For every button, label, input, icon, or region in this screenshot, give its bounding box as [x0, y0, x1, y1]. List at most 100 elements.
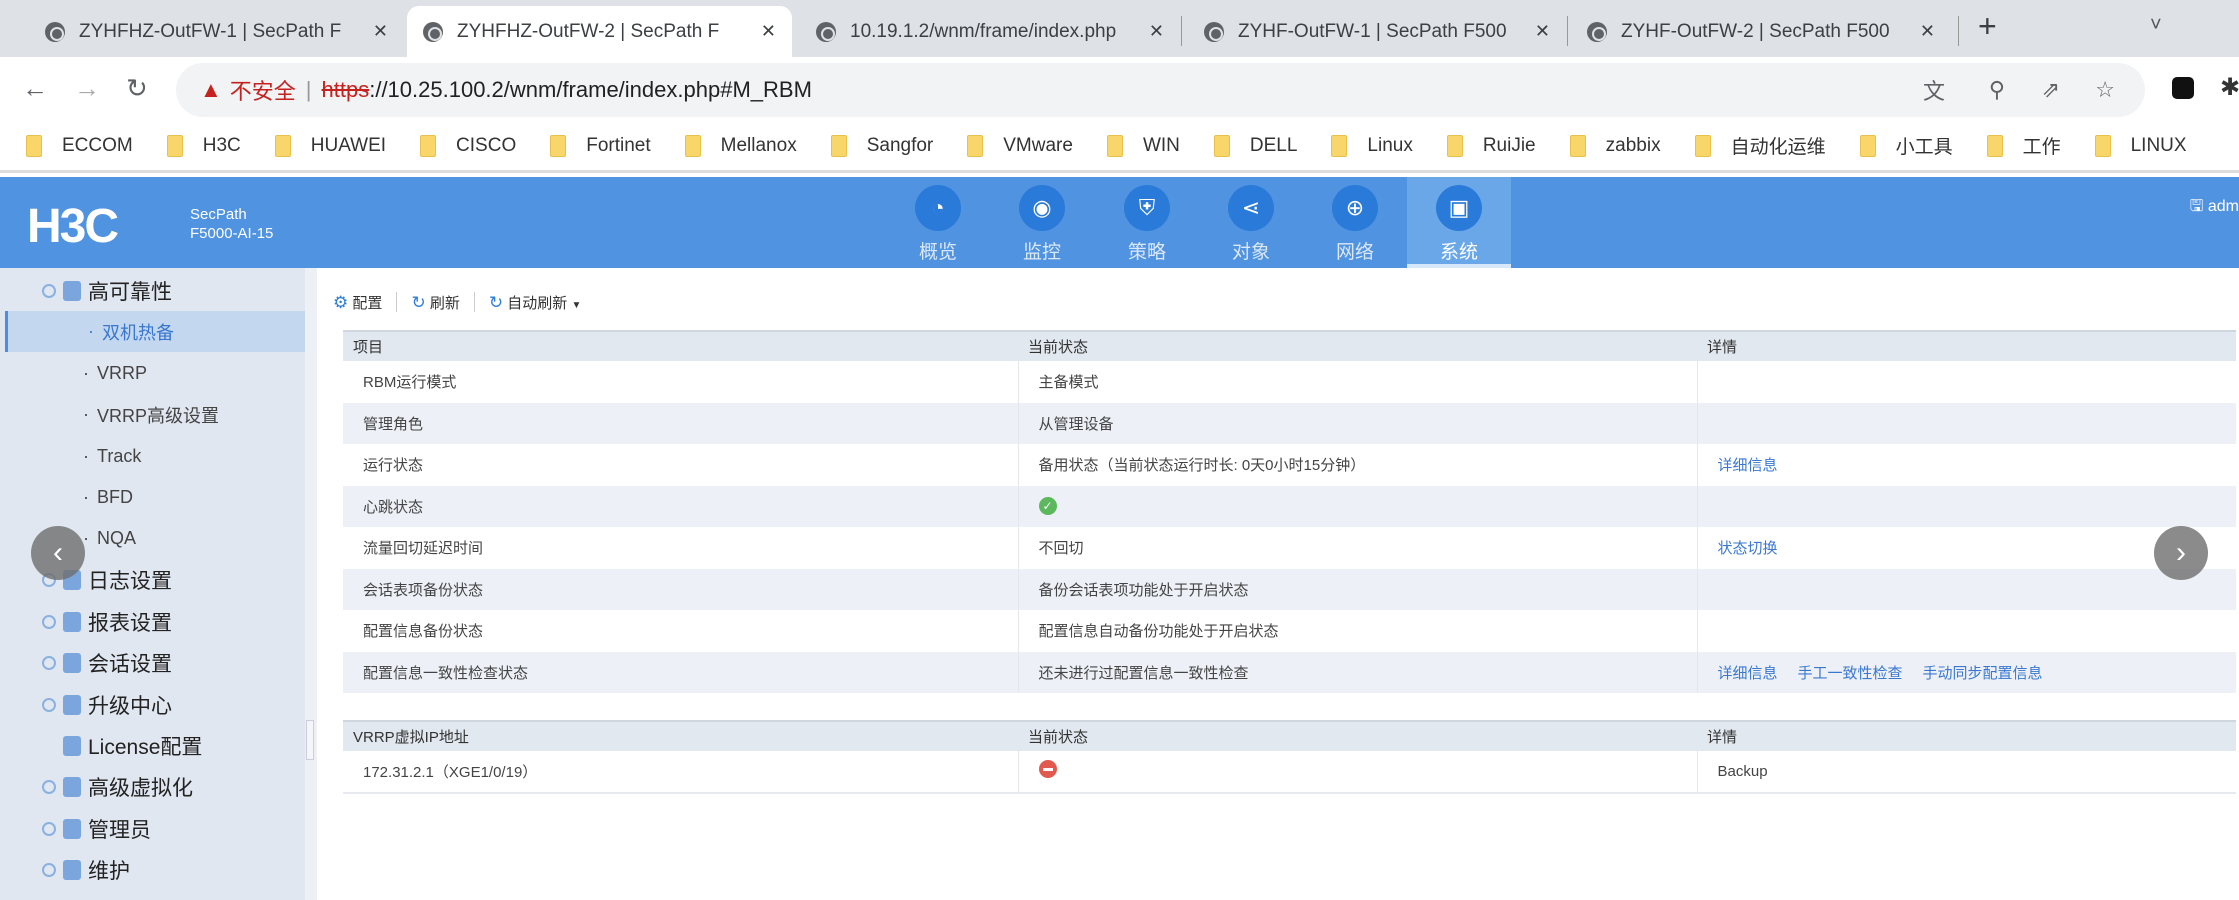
sidebar-item[interactable]: · VRRP	[0, 353, 305, 394]
table-row: 配置信息一致性检查状态 还未进行过配置信息一致性检查 详细信息 手工一致性检查 手动同步…	[343, 651, 2236, 693]
nav-shield[interactable]: ⛨ 策略	[1095, 177, 1199, 268]
table-row: 会话表项备份状态 备份会话表项功能处于开启状态	[343, 568, 2236, 610]
sidebar-group[interactable]: 高级虚拟化	[0, 767, 305, 808]
bookmark-folder[interactable]: HUAWEI	[274, 134, 386, 157]
close-tab-icon[interactable]: ✕	[1535, 21, 1550, 42]
reload-icon[interactable]: ↻	[126, 73, 148, 104]
sidebar-item[interactable]: · Track	[0, 436, 305, 477]
sidebar-group[interactable]: 升级中心	[0, 684, 305, 725]
bookmark-folder[interactable]: Linux	[1331, 134, 1413, 157]
nav-globe[interactable]: ⊕ 网络	[1303, 177, 1407, 268]
share-icon[interactable]: ⇗	[2042, 77, 2060, 103]
folder-icon	[420, 134, 437, 157]
detail-link[interactable]: 详细信息	[1718, 457, 1778, 474]
detail-link[interactable]: 手工一致性检查	[1798, 665, 1903, 682]
close-tab-icon[interactable]: ✕	[373, 21, 388, 42]
bookmark-folder[interactable]: Fortinet	[550, 134, 651, 157]
group-icon	[63, 735, 81, 756]
status-cell: 从管理设备	[1018, 402, 1698, 444]
sidebar-item[interactable]: · 双机热备	[5, 311, 305, 353]
bookmark-folder[interactable]: WIN	[1106, 134, 1180, 157]
save-icon: 🖫	[2189, 198, 2204, 215]
bookmark-folder[interactable]: 自动化运维	[1694, 132, 1826, 159]
table-row: 心跳状态 ✓	[343, 485, 2236, 527]
extension-icon[interactable]	[2172, 77, 2194, 99]
warning-icon: ▲	[200, 77, 222, 102]
carousel-prev-button[interactable]: ‹	[31, 526, 85, 580]
expand-icon	[42, 863, 56, 878]
zoom-icon[interactable]: ⚲	[1989, 77, 2005, 103]
bookmark-folder[interactable]: VMware	[967, 134, 1073, 157]
close-tab-icon[interactable]: ✕	[1920, 21, 1935, 42]
sidebar: 高可靠性 · 双机热备 · VRRP · VRRP高级设置 · Track · BFD · NQA 日志设…	[0, 268, 305, 900]
expand-icon	[42, 697, 56, 712]
carousel-next-button[interactable]: ›	[2154, 526, 2208, 580]
nav-dashboard[interactable]: ◔ 概览	[886, 177, 990, 268]
address-bar[interactable]: ▲ 不安全 | https ://10.25.100.2/wnm/frame/i…	[176, 63, 2145, 117]
sidebar-group[interactable]: 会话设置	[0, 643, 305, 684]
bookmark-folder[interactable]: LINUX	[2094, 134, 2187, 157]
table-row: 管理角色 从管理设备	[343, 402, 2236, 444]
browser-tab[interactable]: ZYHF-OutFW-2 | SecPath F500 ✕	[1571, 6, 1951, 57]
bookmark-folder[interactable]: Sangfor	[830, 134, 933, 157]
bookmark-folder[interactable]: 小工具	[1859, 132, 1953, 159]
nav-monitor[interactable]: ◉ 监控	[990, 177, 1094, 268]
sidebar-item[interactable]: · VRRP高级设置	[0, 394, 305, 435]
bookmark-folder[interactable]: zabbix	[1569, 134, 1661, 157]
close-tab-icon[interactable]: ✕	[1149, 21, 1164, 42]
close-tab-icon[interactable]: ✕	[761, 21, 776, 42]
forward-icon[interactable]: →	[74, 73, 100, 104]
folder-icon	[2094, 134, 2111, 157]
bookmark-folder[interactable]: CISCO	[420, 134, 516, 157]
browser-tab[interactable]: 10.19.1.2/wnm/frame/index.php ✕	[800, 6, 1180, 57]
status-cell: 配置信息自动备份功能处于开启状态	[1018, 610, 1698, 652]
new-tab-button[interactable]: +	[1978, 8, 1997, 45]
nav-share[interactable]: ⋖ 对象	[1199, 177, 1303, 268]
sidebar-collapse-handle[interactable]	[306, 720, 314, 760]
sidebar-group[interactable]: License配置	[0, 725, 305, 766]
expand-icon	[42, 614, 56, 629]
vrrp-table: VRRP虚拟IP地址 当前状态 详情 172.31.2.1（XGE1/0/19）…	[343, 720, 2236, 794]
sidebar-group[interactable]: 报表设置	[0, 601, 305, 642]
globe-icon: ⊕	[1332, 185, 1378, 231]
url-text: ://10.25.100.2/wnm/frame/index.php#M_RBM	[369, 77, 812, 102]
bookmark-folder[interactable]: ECCOM	[26, 134, 133, 157]
browser-tab[interactable]: ZYHF-OutFW-1 | SecPath F500 ✕	[1188, 6, 1566, 57]
refresh-button[interactable]: ↻ 刷新	[411, 292, 459, 313]
tab-search-chevron-icon[interactable]: ˅	[2150, 14, 2162, 37]
status-cell: 不回切	[1018, 527, 1698, 569]
config-button[interactable]: ⚙ 配置	[333, 292, 382, 313]
item-cell: 配置信息一致性检查状态	[343, 651, 1019, 693]
bookmark-folder[interactable]: Mellanox	[684, 134, 797, 157]
sidebar-group[interactable]: 管理员	[0, 808, 305, 849]
expand-icon	[42, 656, 56, 671]
bookmark-folder[interactable]: RuiJie	[1446, 134, 1536, 157]
detail-cell	[1697, 361, 2236, 403]
browser-tab[interactable]: ZYHFHZ-OutFW-1 | SecPath F ✕	[29, 6, 404, 57]
folder-icon	[1859, 134, 1876, 157]
translate-icon[interactable]: ⽂	[1923, 74, 1945, 106]
back-icon[interactable]: ←	[22, 73, 48, 104]
sidebar-group[interactable]: 维护	[0, 850, 305, 891]
bookmark-folder[interactable]: DELL	[1213, 134, 1297, 157]
detail-link[interactable]: 详细信息	[1718, 665, 1778, 682]
security-label[interactable]: 不安全	[230, 74, 296, 106]
extensions-puzzle-icon[interactable]: ✱	[2220, 73, 2239, 102]
nav-screen[interactable]: ▣ 系统	[1407, 177, 1511, 268]
bookmark-star-icon[interactable]: ☆	[2095, 77, 2115, 103]
bookmark-folder[interactable]: H3C	[166, 134, 241, 157]
folder-icon	[1986, 134, 2003, 157]
bookmark-folder[interactable]: 工作	[1986, 132, 2061, 159]
detail-cell: 详细信息	[1697, 444, 2236, 486]
user-menu[interactable]: 🖫 adm	[2190, 195, 2239, 222]
sidebar-item[interactable]: · BFD	[0, 477, 305, 518]
globe-icon	[816, 21, 836, 42]
auto-refresh-dropdown[interactable]: ↻ 自动刷新 ▼	[489, 292, 582, 313]
detail-link[interactable]: 手动同步配置信息	[1923, 665, 2043, 682]
detail-link[interactable]: 状态切换	[1718, 540, 1778, 557]
folder-icon	[1446, 134, 1463, 157]
bookmarks-bar: ECCOM H3C HUAWEI CISCO Fortinet Mellanox Sangf…	[0, 121, 2239, 173]
sidebar-group-ha[interactable]: 高可靠性	[0, 270, 305, 311]
browser-tab-active[interactable]: ZYHFHZ-OutFW-2 | SecPath F ✕	[407, 6, 792, 57]
browser-toolbar: ← → ↻ ▲ 不安全 | https ://10.25.100.2/wnm/f…	[0, 57, 2239, 121]
